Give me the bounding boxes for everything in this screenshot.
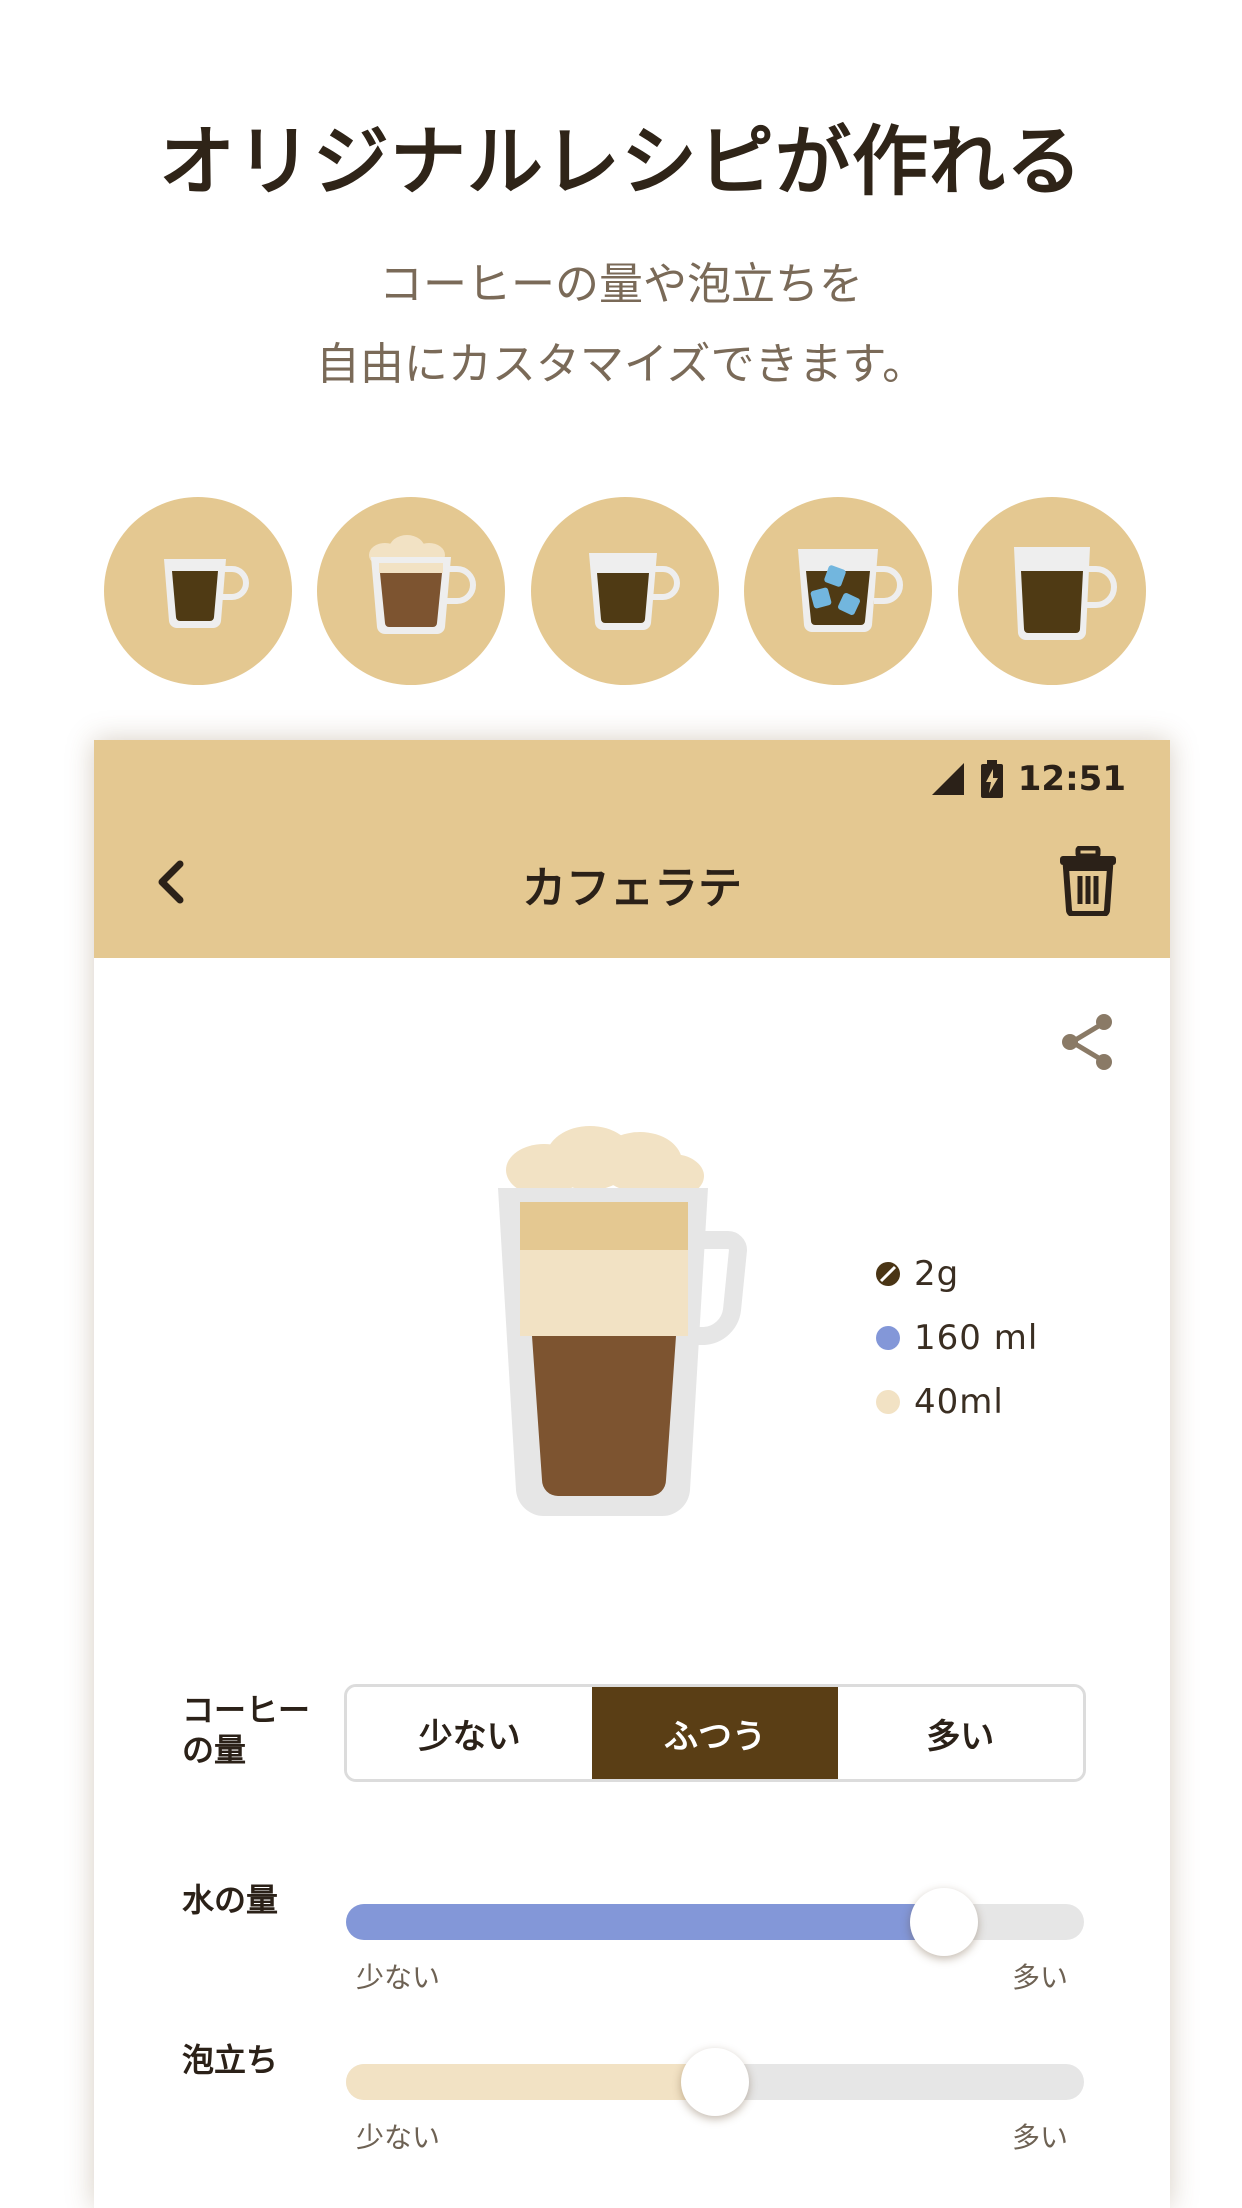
legend-value: 2g	[914, 1254, 960, 1294]
app-screen: 12:51 カフェラテ 2g 160 ml 40ml コーヒー の量 少ない ふ…	[94, 740, 1170, 2208]
coffee-amount-label-line1: コーヒー	[182, 1691, 311, 1729]
coffee-cup-icon	[589, 553, 680, 631]
legend-item-water: 160 ml	[876, 1306, 1038, 1370]
foam-slider[interactable]	[346, 2048, 1084, 2116]
slider-fill	[346, 1904, 944, 1940]
legend-item-milk: 40ml	[876, 1370, 1038, 1434]
recipe-legend: 2g 160 ml 40ml	[876, 1242, 1038, 1434]
latte-glass-illustration	[498, 1126, 748, 1517]
coffee-amount-option-normal[interactable]: ふつう	[592, 1687, 838, 1779]
coffee-amount-option-more[interactable]: 多い	[837, 1687, 1083, 1779]
coffee-amount-option-less[interactable]: 少ない	[347, 1687, 593, 1779]
water-amount-slider[interactable]	[346, 1888, 1084, 1956]
preset-list	[104, 497, 1146, 687]
screen-title: カフェラテ	[522, 863, 742, 914]
water-dot-icon	[876, 1326, 900, 1350]
coffee-bean-icon	[876, 1262, 900, 1286]
preset-iced-coffee[interactable]	[744, 497, 932, 685]
small-coffee-cup-icon	[164, 559, 249, 629]
foam-max-label: 多い	[1012, 2121, 1069, 2154]
promo-headline: オリジナルレシピが作れる	[159, 117, 1083, 206]
water-max-label: 多い	[1012, 1961, 1069, 1994]
coffee-amount-label-line2: の量	[182, 1731, 247, 1769]
coffee-amount-label: コーヒー の量	[182, 1690, 310, 1770]
promo-subline: 自由にカスタマイズできます。	[315, 339, 927, 390]
delete-button[interactable]	[1056, 845, 1120, 917]
water-min-label: 少ない	[356, 1961, 441, 1994]
preset-small-coffee[interactable]	[104, 497, 292, 685]
water-amount-label: 水の量	[182, 1881, 279, 1919]
slider-fill	[346, 2064, 715, 2100]
preset-tall-coffee[interactable]	[958, 497, 1146, 685]
share-icon	[1062, 1014, 1112, 1070]
share-button[interactable]	[1056, 1010, 1120, 1074]
status-time: 12:51	[1017, 759, 1126, 799]
slider-thumb[interactable]	[681, 2048, 749, 2116]
legend-item-coffee: 2g	[876, 1242, 1038, 1306]
milk-dot-icon	[876, 1390, 900, 1414]
battery-charging-icon	[980, 760, 1003, 798]
foam-min-label: 少ない	[356, 2121, 441, 2154]
promo-subline: コーヒーの量や泡立ちを	[379, 259, 863, 310]
legend-value: 40ml	[914, 1382, 1004, 1422]
app-bar: 12:51 カフェラテ	[94, 740, 1170, 958]
preset-coffee[interactable]	[531, 497, 719, 685]
coffee-amount-selector: 少ない ふつう 多い	[344, 1684, 1086, 1782]
foam-latte-cup-icon	[369, 535, 476, 635]
tall-coffee-mug-icon	[1014, 547, 1117, 641]
slider-thumb[interactable]	[909, 1888, 978, 1956]
signal-icon	[931, 763, 964, 795]
foam-label: 泡立ち	[182, 2041, 279, 2079]
trash-icon	[1060, 845, 1116, 917]
status-bar: 12:51	[930, 754, 1126, 804]
legend-value: 160 ml	[914, 1318, 1039, 1358]
preset-foam-latte[interactable]	[317, 497, 505, 685]
iced-coffee-cup-icon	[798, 549, 903, 633]
